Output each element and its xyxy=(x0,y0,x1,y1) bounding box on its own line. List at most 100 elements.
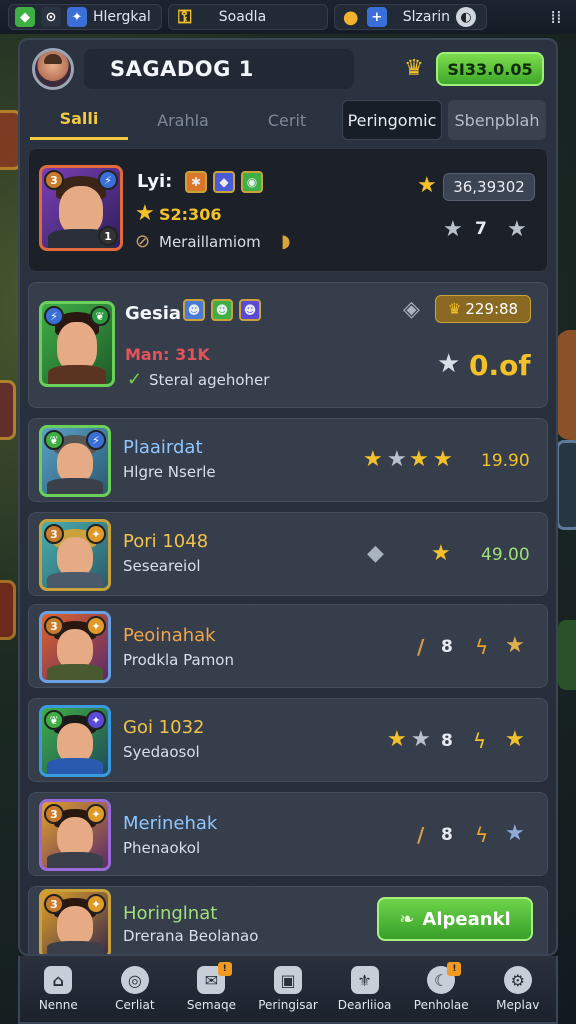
sword-icon: / xyxy=(417,635,425,659)
row-sub: Prodkla Pamon xyxy=(123,651,234,669)
nav-label: Dearliioa xyxy=(337,998,392,1012)
row-name: Plaairdat xyxy=(123,437,203,458)
card-icon: ▣ xyxy=(274,966,303,994)
action-button-label: Alpeankl xyxy=(422,908,511,930)
gem-icon: ◆ xyxy=(15,7,35,27)
row-name: Horinglnat xyxy=(123,903,218,924)
coin-chip[interactable]: ● + Slzarin ◐ xyxy=(333,4,487,30)
count-display: 7 xyxy=(475,219,487,239)
background-scenery xyxy=(0,380,16,440)
row-sub: Phenaokol xyxy=(123,839,201,857)
star-icon: ★ xyxy=(443,217,463,242)
shell-icon: ◗ xyxy=(281,231,291,252)
crown-icon[interactable]: ♛ xyxy=(400,57,428,81)
cash-button[interactable]: SI33.0.05 xyxy=(436,52,544,86)
character-portrait: ❦ ⚡ xyxy=(39,425,111,497)
badge-icon: ✦ xyxy=(67,7,87,27)
globe-icon: ◐ xyxy=(456,7,476,27)
shield-icon: ⊙ xyxy=(41,7,61,27)
list-item[interactable]: 3 ✦ Pori 1048 Seseareiol ◆ ★ 49.00 xyxy=(28,512,548,596)
sword-icon: / xyxy=(417,823,425,847)
star-icon: ★ xyxy=(409,447,429,472)
nav-label: Meplav xyxy=(496,998,540,1012)
tab-peringomic[interactable]: Peringomic xyxy=(342,100,442,140)
character-name: Gesia xyxy=(125,303,182,324)
star-icon: ★ xyxy=(433,447,453,472)
character-meta: Meraillamiom xyxy=(159,233,261,251)
coin-bag-icon: ● xyxy=(342,6,359,28)
row-sub: Hlgre Nserle xyxy=(123,463,216,481)
bolt-icon: ϟ xyxy=(475,823,489,847)
featured-character-card[interactable]: 3 ⚡ 1 Lyi: ✱ ◆ ◉ ★ S2:306 ⊘ Meraillamiom… xyxy=(28,148,548,272)
character-card[interactable]: ⚡ ❦ Gesia ☻ ☻ ☻ Man: 31K ✓ Steral agehoh… xyxy=(28,282,548,408)
row-sub: Seseareiol xyxy=(123,557,201,575)
tab-salli[interactable]: Salli xyxy=(30,100,128,140)
rank-badge: 3 xyxy=(44,524,64,544)
nav-cerliat[interactable]: ◎ Cerliat xyxy=(97,956,174,1022)
action-button[interactable]: ❧ Alpeankl xyxy=(377,897,533,941)
character-desc: Steral agehoher xyxy=(149,371,270,389)
star-icon: ★ xyxy=(507,217,527,242)
key-currency-chip[interactable]: ⚿ Soadla xyxy=(167,4,328,30)
skill-slot-icon: ☻ xyxy=(211,299,233,321)
nav-home[interactable]: ⌂ Nenne xyxy=(20,956,97,1022)
character-portrait: 3 ✦ xyxy=(39,611,111,683)
list-item[interactable]: ❦ ⚡ Plaairdat Hlgre Nserle ★ ★ ★ ★ 19.90 xyxy=(28,418,548,502)
tab-cerit[interactable]: Cerit xyxy=(238,100,336,140)
key-icon: ⚿ xyxy=(177,6,192,28)
background-scenery xyxy=(556,440,576,530)
rank-badge: 3 xyxy=(44,804,64,824)
skill-badge: ✦ xyxy=(86,804,106,824)
character-portrait: 3 ✦ xyxy=(39,519,111,591)
row-count: 8 xyxy=(441,637,453,657)
notification-badge: ! xyxy=(447,962,462,976)
page-title: SAGADOG 1 xyxy=(84,49,354,89)
gem-currency-chip[interactable]: ◆ ⊙ ✦ Hlergkal xyxy=(8,4,162,30)
character-portrait: 3 ⚡ 1 xyxy=(39,165,123,251)
nav-penholae[interactable]: ☾ ! Penholae xyxy=(403,956,480,1022)
row-name: Merinehak xyxy=(123,813,218,834)
diamond-icon[interactable]: ◈ xyxy=(403,299,420,321)
nav-peringisar[interactable]: ▣ Peringisar xyxy=(250,956,327,1022)
skill-badge: ⚡ xyxy=(44,306,64,326)
list-item[interactable]: ❦ ✦ Goi 1032 Syedaosol ★ ★ 8 ϟ ★ xyxy=(28,698,548,782)
skill-slot-icon: ✱ xyxy=(185,171,207,193)
bolt-icon: ϟ xyxy=(473,729,487,753)
skill-badge: ✦ xyxy=(86,616,106,636)
leaf-badge: ❦ xyxy=(44,710,64,730)
shield-icon: ◎ xyxy=(120,966,149,994)
player-avatar[interactable] xyxy=(32,48,74,90)
skill-slot-icon: ◆ xyxy=(213,171,235,193)
coin-icon: ⊘ xyxy=(135,231,151,252)
nav-meplav[interactable]: ⚙ Meplav xyxy=(479,956,556,1022)
diamond-icon: ◆ xyxy=(367,541,384,566)
star-icon: ★ xyxy=(135,201,155,226)
list-item[interactable]: 3 ✦ Merinehak Phenaokol / 8 ϟ ★ xyxy=(28,792,548,876)
nav-dearliioa[interactable]: ⚜ Dearliioa xyxy=(326,956,403,1022)
star-icon: ★ xyxy=(505,821,525,846)
character-name: Lyi: xyxy=(137,171,173,192)
skill-badge: ✦ xyxy=(86,710,106,730)
row-value: 49.00 xyxy=(481,545,530,565)
nav-label: Penholae xyxy=(413,998,469,1012)
character-portrait: 3 ✦ xyxy=(39,889,111,954)
nav-semaqe[interactable]: ✉ ! Semaqe xyxy=(173,956,250,1022)
plus-icon: + xyxy=(366,7,387,27)
tab-arahla[interactable]: Arahla xyxy=(134,100,232,140)
rank-badge: 3 xyxy=(44,894,64,914)
main-panel: SAGADOG 1 ♛ SI33.0.05 Salli Arahla Cerit… xyxy=(18,38,558,956)
row-sub: Drerana Beolanao xyxy=(123,927,259,945)
main-stat: Man: 31K xyxy=(125,345,210,364)
row-sub: Syedaosol xyxy=(123,743,200,761)
rank-badge: 3 xyxy=(44,616,64,636)
list-item[interactable]: 3 ✦ Peoinahak Prodkla Pamon / 8 ϟ ★ xyxy=(28,604,548,688)
tab-sbenpblah[interactable]: Sbenpblah xyxy=(448,100,546,140)
dots-grid-icon[interactable]: ⁞⁞ xyxy=(544,7,568,28)
row-name: Goi 1032 xyxy=(123,717,205,738)
star-icon: ★ xyxy=(431,541,451,566)
home-icon: ⌂ xyxy=(44,966,73,994)
list-item[interactable]: 3 ✦ Horinglnat Drerana Beolanao ❧ Alpean… xyxy=(28,886,548,954)
leaf-badge: ❦ xyxy=(90,306,110,326)
emblem-icon: ⚜ xyxy=(350,966,379,994)
value-display: ♛ 229:88 xyxy=(435,295,531,323)
